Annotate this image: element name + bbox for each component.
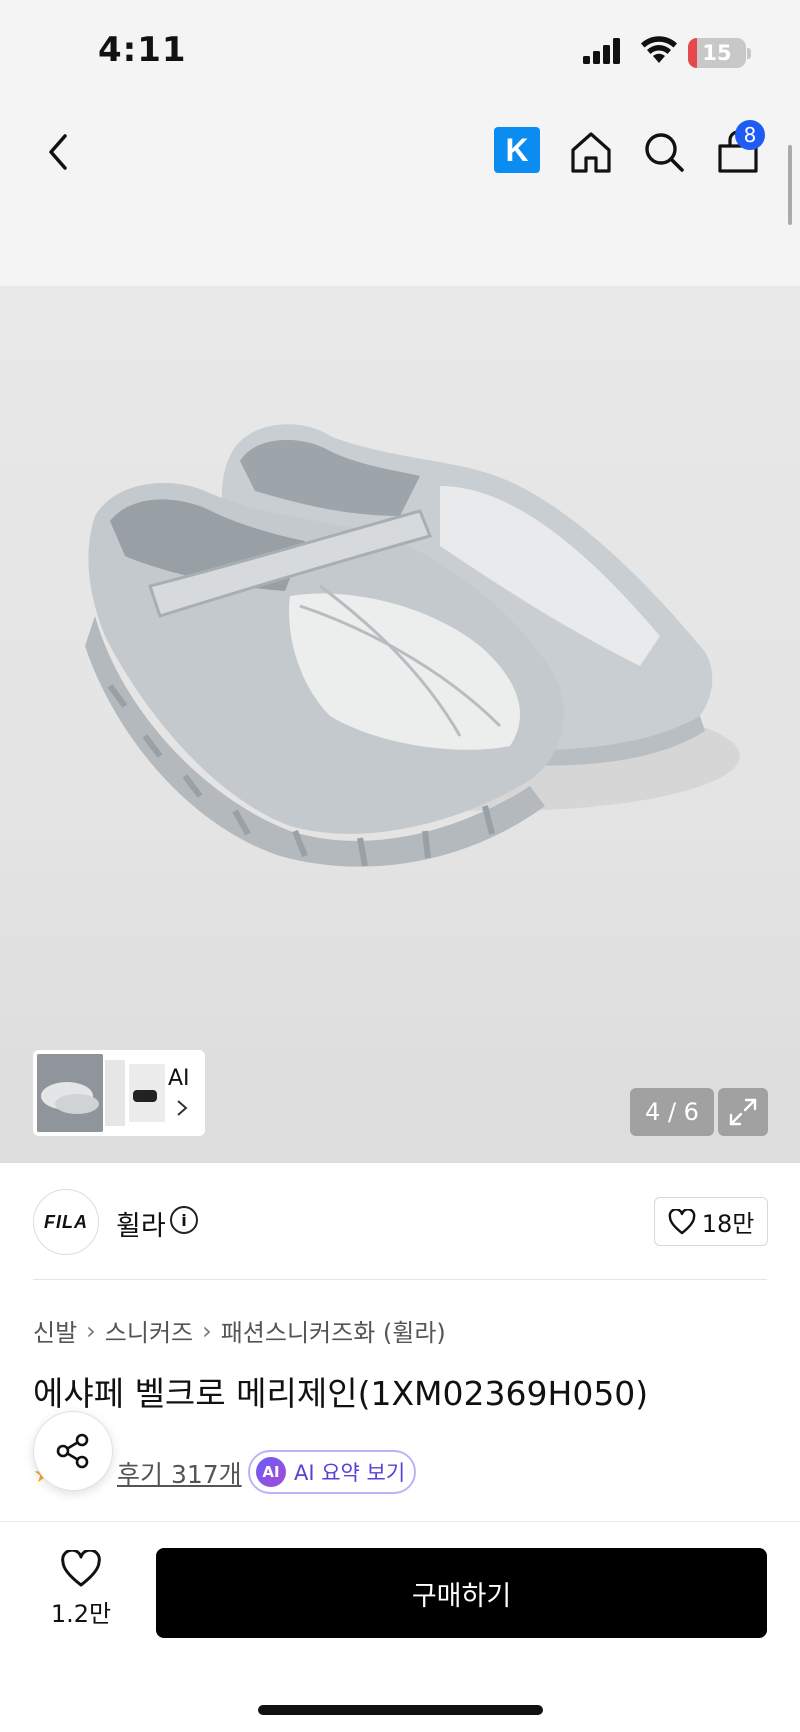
search-icon xyxy=(645,133,684,172)
battery-level: 15 xyxy=(702,41,732,65)
cart-count-badge: 8 xyxy=(735,120,765,150)
wishlist-count: 1.2만 xyxy=(50,1600,112,1628)
home-indicator[interactable] xyxy=(258,1705,543,1715)
breadcrumb: 신발 › 스니커즈 › 패션스니커즈화 (휠라) xyxy=(33,1313,446,1348)
product-image xyxy=(85,424,740,867)
buy-button[interactable]: 구매하기 xyxy=(156,1548,767,1638)
status-time: 4:11 xyxy=(98,30,187,70)
battery-nub xyxy=(747,48,751,59)
scrollbar[interactable] xyxy=(788,145,792,225)
breadcrumb-item[interactable]: 패션스니커즈화 (휠라) xyxy=(221,1313,446,1348)
ai-summary-button[interactable]: AI AI 요약 보기 xyxy=(248,1450,416,1494)
share-button[interactable] xyxy=(33,1411,113,1491)
kakao-k-logo[interactable]: K xyxy=(494,127,540,173)
breadcrumb-item[interactable]: 스니커즈 xyxy=(105,1313,193,1348)
breadcrumb-item[interactable]: 신발 xyxy=(33,1313,77,1348)
heart-icon xyxy=(668,1208,696,1234)
image-counter: 4 / 6 xyxy=(630,1088,714,1136)
thumbnail-shoe-image xyxy=(37,1054,103,1132)
back-button[interactable] xyxy=(28,122,88,182)
home-button[interactable] xyxy=(561,122,621,182)
thumbnail-next-image-2 xyxy=(129,1064,165,1122)
brand-logo[interactable]: FILA xyxy=(33,1189,99,1255)
thumbnail-image[interactable] xyxy=(37,1054,103,1132)
brand-name[interactable]: 휠라 xyxy=(116,1204,166,1243)
divider xyxy=(0,1521,800,1522)
top-nav-bar: K xyxy=(0,100,800,286)
chevron-right-icon: › xyxy=(202,1316,212,1345)
expand-icon xyxy=(729,1098,757,1126)
ai-thumbnail-label: AI xyxy=(168,1066,190,1091)
heart-icon xyxy=(61,1550,101,1587)
battery-indicator: 15 xyxy=(688,38,746,68)
chevron-left-icon xyxy=(49,134,67,170)
wifi-icon xyxy=(641,36,677,63)
ai-summary-label: AI 요약 보기 xyxy=(294,1461,406,1485)
product-title: 에샤페 벨크로 메리제인(1XM02369H050) xyxy=(33,1374,649,1413)
expand-button[interactable] xyxy=(718,1088,768,1136)
product-image-carousel[interactable] xyxy=(0,286,800,1163)
cellular-signal-icon xyxy=(583,38,620,64)
divider xyxy=(33,1279,767,1280)
chevron-right-icon: › xyxy=(86,1316,96,1345)
status-bar: 4:11 15 xyxy=(0,0,800,100)
share-icon xyxy=(56,1433,89,1469)
thumbnail-card[interactable]: AI xyxy=(33,1050,205,1136)
search-button[interactable] xyxy=(634,122,694,182)
info-icon[interactable]: i xyxy=(170,1206,198,1234)
home-icon xyxy=(571,132,611,173)
brand-like-count: 18만 xyxy=(701,1210,755,1238)
chevron-right-icon xyxy=(175,1098,189,1124)
thumbnail-next-image xyxy=(105,1060,125,1126)
reviews-link[interactable]: 후기 317개 xyxy=(117,1455,242,1491)
ai-badge: AI xyxy=(256,1457,286,1487)
wishlist-button[interactable]: 1.2만 xyxy=(40,1550,122,1640)
brand-like-button[interactable]: 18만 xyxy=(654,1197,768,1246)
